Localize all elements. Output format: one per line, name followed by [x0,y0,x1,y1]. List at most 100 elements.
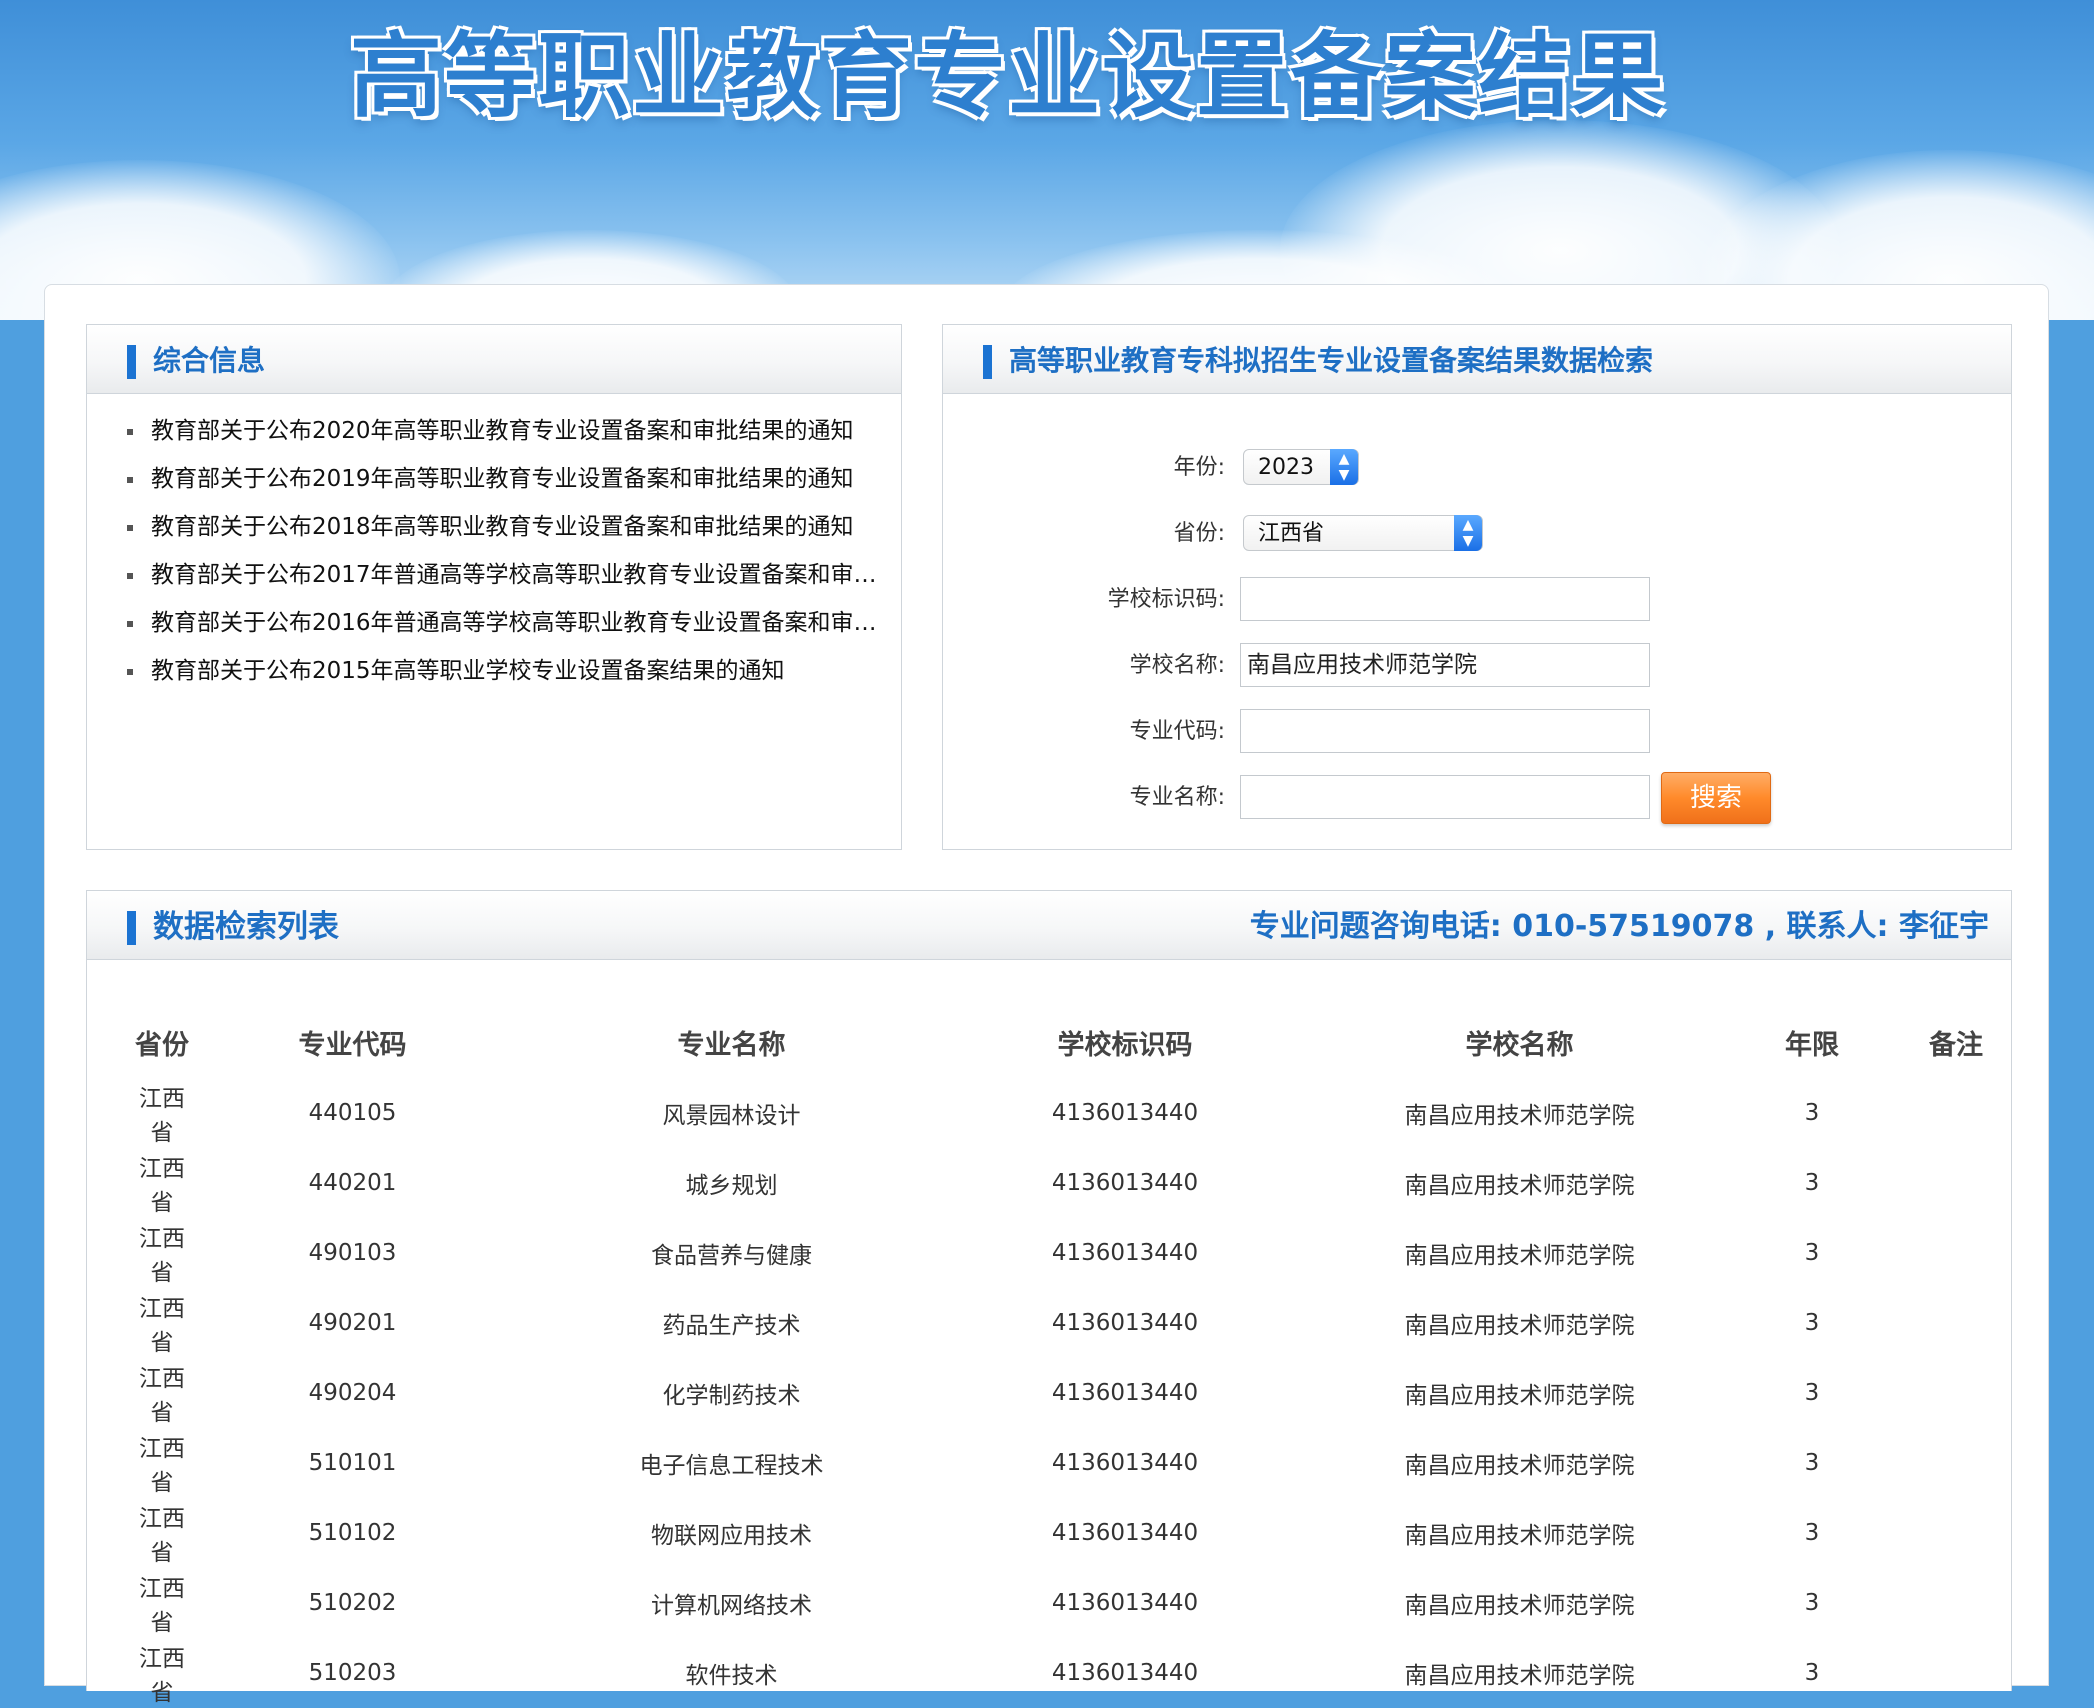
cell-province: 江西省 [139,1436,185,1496]
cell-major-name: 软件技术 [685,1663,778,1689]
table-row: 江西省 490201 药品生产技术 4136013440 南昌应用技术师范学院 3 [127,1288,2032,1358]
results-table: 省份 专业代码 专业名称 学校标识码 学校名称 年限 备注 江西省 440105 风… [127,1006,2032,1708]
news-link[interactable]: 教育部关于公布2017年普通高等学校高等职业教育专业设置备案和审… [151,562,877,588]
cell-remark [1880,1638,2032,1708]
cell-major-code: 510102 [308,1520,397,1546]
cell-major-name: 风景园林设计 [662,1103,801,1129]
banner: 高等职业教育专业设置备案结果 [0,0,2094,320]
news-item[interactable]: 教育部关于公布2015年高等职业学校专业设置备案结果的通知 [127,647,891,695]
cell-major-code: 490103 [308,1240,397,1266]
cell-remark [1880,1568,2032,1638]
cell-school-name: 南昌应用技术师范学院 [1404,1663,1635,1689]
news-link[interactable]: 教育部关于公布2016年普通高等学校高等职业教育专业设置备案和审… [151,610,877,636]
results-panel: 数据检索列表 专业问题咨询电话: 010-57519078 , 联系人: 李征宇… [86,890,2012,1706]
news-item[interactable]: 教育部关于公布2019年高等职业教育专业设置备案和审批结果的通知 [127,455,891,503]
cell-school-code: 4136013440 [1051,1590,1199,1616]
cell-major-code: 490201 [308,1310,397,1336]
select-arrows-icon: ▲ ▼ [1454,515,1482,551]
cell-years: 3 [1804,1520,1820,1546]
cell-major-code: 440105 [308,1100,397,1126]
cell-years: 3 [1804,1380,1820,1406]
cell-major-name: 电子信息工程技术 [639,1453,824,1479]
search-button[interactable]: 搜索 [1661,772,1771,824]
news-item[interactable]: 教育部关于公布2016年普通高等学校高等职业教育专业设置备案和审… [127,599,891,647]
table-row: 江西省 510101 电子信息工程技术 4136013440 南昌应用技术师范学院 3 [127,1428,2032,1498]
cell-province: 江西省 [139,1296,185,1356]
cell-remark [1880,1078,2032,1148]
cell-years: 3 [1804,1310,1820,1336]
cell-school-code: 4136013440 [1051,1170,1199,1196]
province-select-value: 江西省 [1258,521,1325,546]
cell-school-code: 4136013440 [1051,1100,1199,1126]
table-row: 江西省 490204 化学制药技术 4136013440 南昌应用技术师范学院 3 [127,1358,2032,1428]
contact-info: 专业问题咨询电话: 010-57519078 , 联系人: 李征宇 [1249,909,1989,944]
news-list: 教育部关于公布2020年高等职业教育专业设置备案和审批结果的通知 教育部关于公布… [127,407,891,695]
cell-major-code: 440201 [308,1170,397,1196]
news-link[interactable]: 教育部关于公布2015年高等职业学校专业设置备案结果的通知 [151,658,785,684]
news-link[interactable]: 教育部关于公布2018年高等职业教育专业设置备案和审批结果的通知 [151,514,854,540]
cell-province: 江西省 [139,1226,185,1286]
cell-years: 3 [1804,1450,1820,1476]
cell-major-code: 510101 [308,1450,397,1476]
results-panel-header: 数据检索列表 专业问题咨询电话: 010-57519078 , 联系人: 李征宇 [87,891,2011,960]
results-panel-title: 数据检索列表 [153,909,339,945]
cell-years: 3 [1804,1240,1820,1266]
table-row: 江西省 510203 软件技术 4136013440 南昌应用技术师范学院 3 [127,1638,2032,1708]
province-label: 省份: [1173,521,1225,546]
table-row: 江西省 440201 城乡规划 4136013440 南昌应用技术师范学院 3 [127,1148,2032,1218]
major-name-label: 专业名称: [1129,785,1225,810]
year-select[interactable]: 2023 ▲ ▼ [1243,449,1359,485]
major-name-input[interactable] [1240,775,1650,819]
cell-years: 3 [1804,1590,1820,1616]
cell-school-name: 南昌应用技术师范学院 [1404,1383,1635,1409]
cell-province: 江西省 [139,1366,185,1426]
cell-province: 江西省 [139,1506,185,1566]
column-header: 备注 [1929,1029,1983,1061]
cell-major-code: 510203 [308,1660,397,1686]
select-arrows-icon: ▲ ▼ [1330,449,1358,485]
cell-school-name: 南昌应用技术师范学院 [1404,1313,1635,1339]
news-item[interactable]: 教育部关于公布2018年高等职业教育专业设置备案和审批结果的通知 [127,503,891,551]
cell-major-code: 510202 [308,1590,397,1616]
cell-major-name: 化学制药技术 [662,1383,801,1409]
info-panel-header: 综合信息 [87,325,901,394]
cell-remark [1880,1428,2032,1498]
banner-title: 高等职业教育专业设置备案结果 [350,23,1667,130]
cell-major-name: 物联网应用技术 [651,1523,812,1549]
table-row: 江西省 510202 计算机网络技术 4136013440 南昌应用技术师范学院 3 [127,1568,2032,1638]
table-row: 江西省 440105 风景园林设计 4136013440 南昌应用技术师范学院 3 [127,1078,2032,1148]
cell-school-name: 南昌应用技术师范学院 [1404,1243,1635,1269]
cell-remark [1880,1148,2032,1218]
news-link[interactable]: 教育部关于公布2019年高等职业教育专业设置备案和审批结果的通知 [151,466,854,492]
column-header: 学校名称 [1465,1029,1574,1061]
cell-remark [1880,1358,2032,1428]
cell-major-name: 计算机网络技术 [651,1593,812,1619]
news-item[interactable]: 教育部关于公布2020年高等职业教育专业设置备案和审批结果的通知 [127,407,891,455]
major-code-input[interactable] [1240,709,1650,753]
column-header: 年限 [1785,1029,1839,1061]
cell-school-name: 南昌应用技术师范学院 [1404,1523,1635,1549]
cell-school-code: 4136013440 [1051,1450,1199,1476]
school-name-input[interactable]: 南昌应用技术师范学院 [1240,643,1650,687]
province-select[interactable]: 江西省 ▲ ▼ [1243,515,1483,551]
cell-major-code: 490204 [308,1380,397,1406]
info-panel: 综合信息 教育部关于公布2020年高等职业教育专业设置备案和审批结果的通知 教育… [86,324,902,850]
search-panel-header: 高等职业教育专科拟招生专业设置备案结果数据检索 [943,325,2011,394]
news-link[interactable]: 教育部关于公布2020年高等职业教育专业设置备案和审批结果的通知 [151,418,854,444]
year-select-value: 2023 [1258,455,1314,480]
cell-school-code: 4136013440 [1051,1310,1199,1336]
column-header: 专业名称 [677,1029,786,1061]
cell-province: 江西省 [139,1646,185,1706]
year-label: 年份: [1173,455,1225,480]
cell-school-name: 南昌应用技术师范学院 [1404,1173,1635,1199]
news-item[interactable]: 教育部关于公布2017年普通高等学校高等职业教育专业设置备案和审… [127,551,891,599]
cell-major-name: 药品生产技术 [662,1313,801,1339]
school-code-input[interactable] [1240,577,1650,621]
column-header: 学校标识码 [1057,1029,1193,1061]
cell-school-code: 4136013440 [1051,1660,1199,1686]
cell-school-code: 4136013440 [1051,1380,1199,1406]
cell-school-code: 4136013440 [1051,1520,1199,1546]
cell-province: 江西省 [139,1086,185,1146]
cell-province: 江西省 [139,1576,185,1636]
search-panel: 高等职业教育专科拟招生专业设置备案结果数据检索 年份: 2023 ▲ ▼ 省份: … [942,324,2012,850]
